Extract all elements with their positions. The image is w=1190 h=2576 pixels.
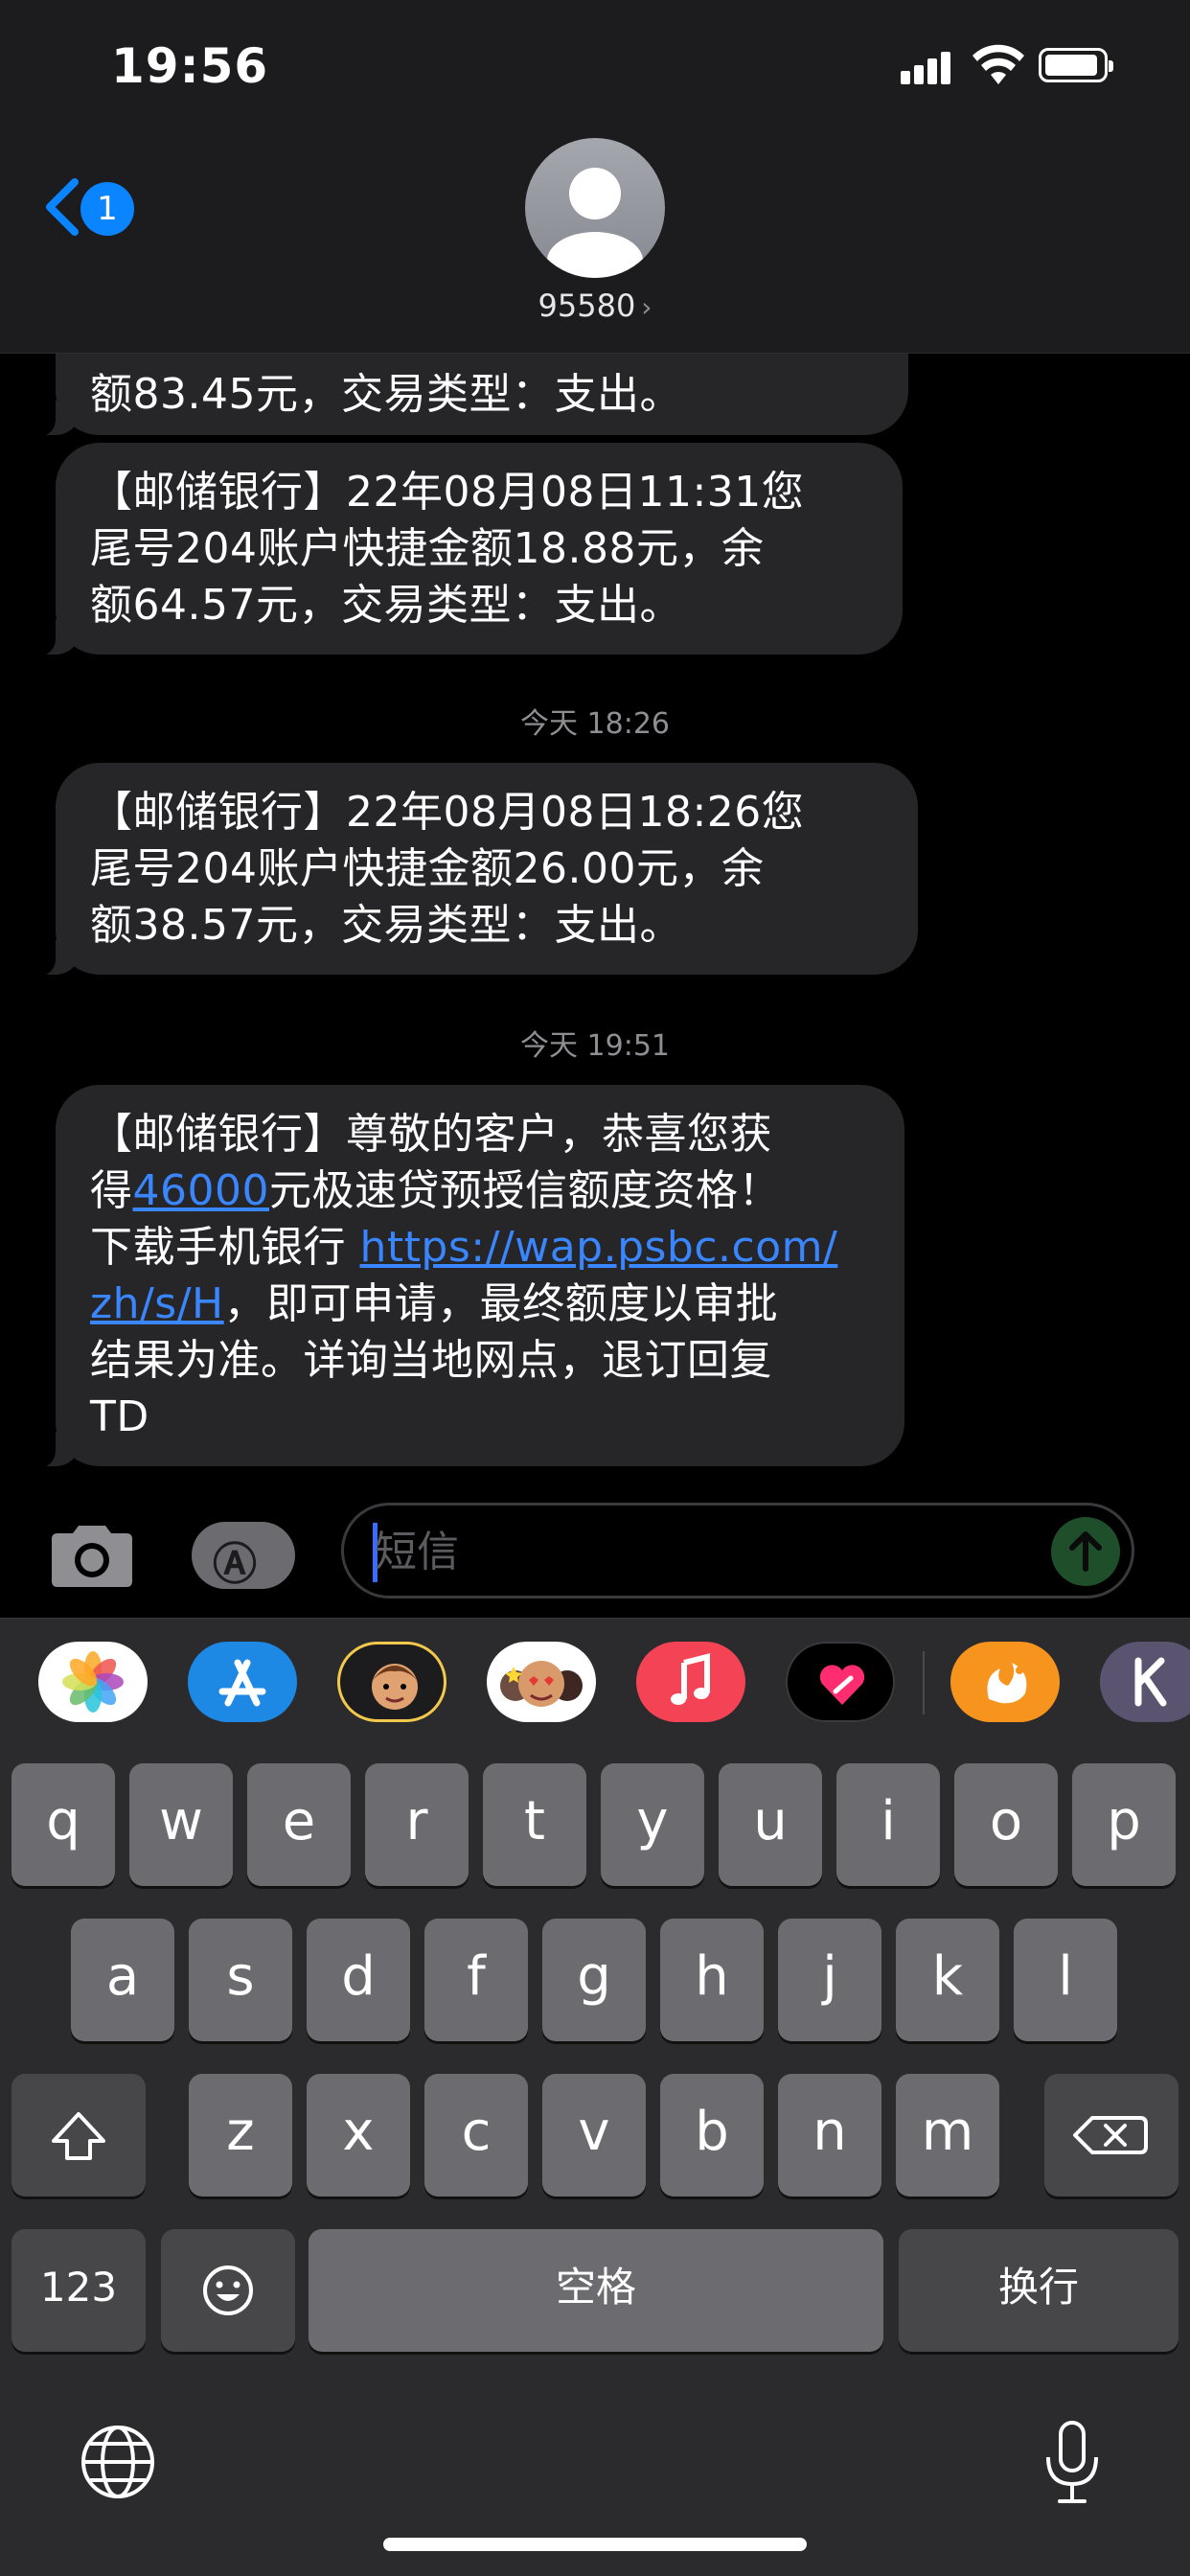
message-line: 额64.57元，交易类型：支出。 <box>90 581 682 630</box>
app-store-app-icon[interactable] <box>188 1642 297 1722</box>
arrow-up-icon <box>1069 1531 1102 1572</box>
key-x[interactable]: x <box>307 2074 410 2196</box>
key-f[interactable]: f <box>424 1919 528 2041</box>
contact-number: 95580 <box>538 288 636 324</box>
message-line: zh/s/H，即可申请，最终额度以审批 <box>90 1276 870 1332</box>
url-link[interactable]: https://wap.psbc.com/ <box>360 1223 838 1272</box>
message-line: 尾号204账户快捷金额18.88元，余 <box>90 524 765 573</box>
key-v[interactable]: v <box>542 2074 646 2196</box>
back-button[interactable]: 1 <box>42 174 142 242</box>
key-k[interactable]: k <box>896 1919 999 2041</box>
wifi-icon <box>973 44 1024 84</box>
message-timestamp: 今天 18:26 <box>520 707 670 741</box>
uc-browser-app-icon[interactable] <box>950 1642 1060 1722</box>
key-l[interactable]: l <box>1014 1919 1117 2041</box>
amount-link[interactable]: 46000 <box>133 1166 269 1215</box>
message-line: 尾号204账户快捷金额26.00元，余 <box>90 844 765 893</box>
k-app-icon[interactable] <box>1100 1642 1190 1722</box>
home-indicator[interactable] <box>383 2538 807 2551</box>
status-time: 19:56 <box>111 38 269 94</box>
imessage-app-drawer <box>0 1618 1190 1753</box>
message-input[interactable] <box>373 1519 1028 1584</box>
microphone-icon[interactable] <box>1039 2419 1106 2507</box>
music-app-icon[interactable] <box>636 1642 745 1722</box>
key-i[interactable]: i <box>836 1763 940 1886</box>
key-g[interactable]: g <box>542 1919 646 2041</box>
chevron-left-icon <box>46 178 79 236</box>
conversation-header: 19:56 1 95580 › <box>0 0 1190 354</box>
globe-icon[interactable] <box>79 2423 157 2501</box>
text-span: 下载手机银行 <box>90 1223 346 1272</box>
emoji-key[interactable] <box>161 2229 295 2352</box>
key-n[interactable]: n <box>778 2074 881 2196</box>
compose-bar: Ⓐ <box>0 1484 1190 1618</box>
key-q[interactable]: q <box>11 1763 115 1886</box>
message-field[interactable] <box>341 1503 1134 1598</box>
key-r[interactable]: r <box>365 1763 469 1886</box>
message-line: 得46000元极速贷预授信额度资格！ <box>90 1162 870 1219</box>
key-a[interactable]: a <box>71 1919 174 2041</box>
camera-icon[interactable] <box>46 1522 138 1589</box>
message-line: 【邮储银行】尊敬的客户，恭喜您获 <box>90 1110 772 1159</box>
key-z[interactable]: z <box>189 2074 292 2196</box>
backspace-icon <box>1073 2116 1148 2154</box>
shift-key[interactable] <box>11 2074 146 2196</box>
keyboard: q w e r t y u i o p a s d f g h j k l z … <box>0 1752 1190 2576</box>
key-s[interactable]: s <box>189 1919 292 2041</box>
key-b[interactable]: b <box>660 2074 764 2196</box>
contact-name[interactable]: 95580 › <box>0 288 1190 324</box>
message-text: 额83.45元，交易类型：支出。 <box>90 370 682 419</box>
key-c[interactable]: c <box>424 2074 528 2196</box>
delete-key[interactable] <box>1044 2074 1179 2196</box>
emoji-icon <box>203 2266 253 2315</box>
numbers-key[interactable]: 123 <box>11 2229 146 2352</box>
key-m[interactable]: m <box>896 2074 999 2196</box>
photos-app-icon[interactable] <box>38 1642 148 1722</box>
animoji-app-icon[interactable] <box>487 1642 596 1722</box>
message-line: 【邮储银行】22年08月08日18:26您 <box>90 788 805 837</box>
text-span: 元极速贷预授信额度资格！ <box>268 1166 781 1215</box>
key-u[interactable]: u <box>719 1763 822 1886</box>
key-d[interactable]: d <box>307 1919 410 2041</box>
message-timestamp: 今天 19:51 <box>520 1029 670 1063</box>
key-o[interactable]: o <box>954 1763 1058 1886</box>
key-t[interactable]: t <box>483 1763 586 1886</box>
key-p[interactable]: p <box>1072 1763 1176 1886</box>
memoji-app-icon[interactable] <box>337 1642 446 1722</box>
unread-badge: 1 <box>80 182 134 236</box>
message-line: 结果为准。详询当地网点，退订回复 <box>90 1336 772 1385</box>
key-h[interactable]: h <box>660 1919 764 2041</box>
key-j[interactable]: j <box>778 1919 881 2041</box>
message-line: TD <box>90 1392 149 1441</box>
message-line: 下载手机银行 https://wap.psbc.com/ <box>90 1219 870 1276</box>
person-icon <box>547 168 643 278</box>
key-e[interactable]: e <box>247 1763 351 1886</box>
space-key[interactable]: 空格 <box>309 2229 883 2352</box>
signal-icon <box>901 50 958 84</box>
app-store-button[interactable]: Ⓐ <box>192 1522 295 1590</box>
url-link-continued[interactable]: zh/s/H <box>90 1279 224 1328</box>
message-bubble[interactable]: 【邮储银行】22年08月08日18:26您 尾号204账户快捷金额26.00元，… <box>31 763 918 977</box>
message-line: 【邮储银行】22年08月08日11:31您 <box>90 468 805 517</box>
chevron-right-icon: › <box>641 291 652 323</box>
key-w[interactable]: w <box>129 1763 233 1886</box>
drawer-divider <box>923 1651 925 1714</box>
text-span: ，即可申请，最终额度以审批 <box>223 1279 779 1328</box>
send-button[interactable] <box>1051 1517 1120 1586</box>
shift-icon <box>52 2112 105 2160</box>
message-line: 额38.57元，交易类型：支出。 <box>90 901 682 950</box>
key-y[interactable]: y <box>601 1763 704 1886</box>
text-span: 得 <box>90 1166 133 1215</box>
digital-touch-app-icon[interactable] <box>786 1642 895 1722</box>
message-bubble[interactable]: 【邮储银行】尊敬的客户，恭喜您获 得46000元极速贷预授信额度资格！ 下载手机… <box>31 1085 904 1468</box>
message-bubble[interactable]: 【邮储银行】22年08月08日11:31您 尾号204账户快捷金额18.88元，… <box>31 443 903 656</box>
return-key[interactable]: 换行 <box>899 2229 1179 2352</box>
app-store-icon: Ⓐ <box>213 1538 257 1590</box>
battery-icon <box>1039 48 1113 82</box>
contact-avatar[interactable] <box>525 138 665 278</box>
